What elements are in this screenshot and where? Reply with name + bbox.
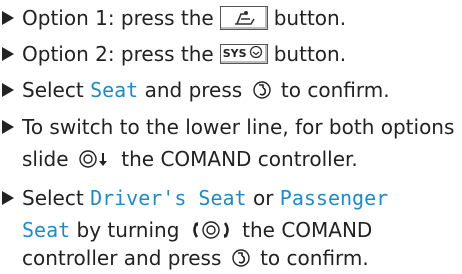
item-3-text-a: Select: [22, 78, 84, 102]
bullet-arrow-icon: [2, 120, 14, 134]
item-4-text-a: To switch to the lower line, for both op…: [22, 115, 455, 139]
display-text-seat: Seat: [90, 78, 139, 102]
item-5-text-d: the COMAND: [242, 218, 373, 242]
item-5-text-a: Select: [22, 186, 84, 210]
item-1-text-a: Option 1: press the: [22, 6, 214, 30]
turn-controller-icon: [193, 220, 229, 239]
bullet-arrow-icon: [2, 11, 14, 25]
bullet-arrow-icon: [2, 191, 14, 205]
item-1-text-b: button.: [273, 6, 347, 30]
item-2-text-a: Option 2: press the: [22, 42, 214, 66]
item-4-text-c: the COMAND controller.: [121, 147, 358, 171]
item-4-text-b: slide: [22, 147, 69, 171]
sys-key-icon: SYS: [219, 43, 268, 64]
item-2-text-b: button.: [273, 42, 347, 66]
display-text-passenger: Passenger: [279, 186, 389, 210]
item-5-text-f: to confirm.: [260, 246, 369, 270]
display-text-seat-2: Seat: [22, 218, 71, 242]
item-5-text-c: by turning: [76, 218, 180, 242]
sys-key-label: SYS: [222, 46, 247, 60]
bullet-arrow-icon: [2, 83, 14, 97]
item-5-text-e: controller and press: [22, 246, 222, 270]
item-3-text-b: and press: [144, 78, 243, 102]
instruction-select-driver-seat-cont-2: controller and press to confirm.: [22, 242, 369, 274]
press-controller-icon: [232, 248, 250, 267]
instruction-switch-line-cont: slide the COMAND controller.: [22, 143, 358, 175]
bullet-arrow-icon: [2, 47, 14, 61]
seat-adjust-key-icon: [219, 5, 268, 30]
slide-down-controller-icon: [79, 149, 107, 168]
display-text-drivers-seat: Driver's Seat: [90, 186, 247, 210]
item-3-text-c: to confirm.: [280, 78, 390, 102]
item-5-text-b: or: [252, 186, 274, 210]
press-controller-icon: [252, 80, 271, 99]
